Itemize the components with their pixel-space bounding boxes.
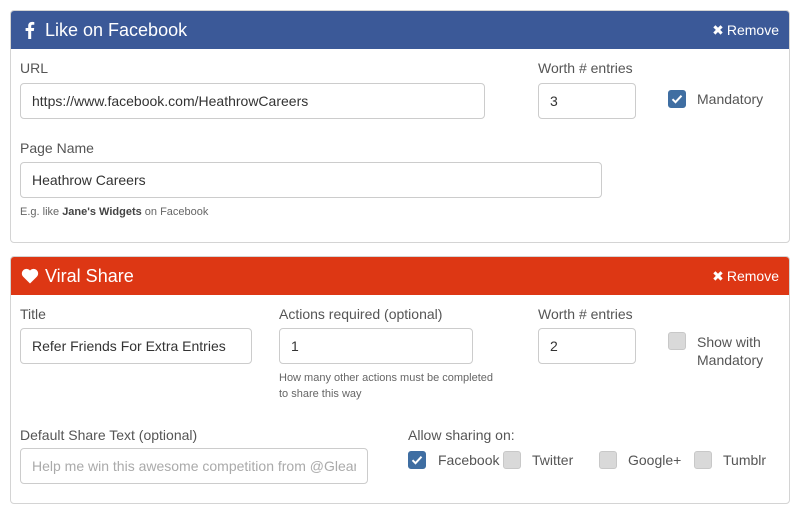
share-twitter-checkbox[interactable] (503, 451, 521, 469)
viral-share-remove-button[interactable]: ✖ Remove (712, 257, 779, 295)
mandatory-label: Mandatory (697, 91, 764, 107)
close-icon: ✖ (712, 268, 724, 284)
share-text-label: Default Share Text (optional) (20, 427, 198, 443)
share-tumblr-checkbox[interactable] (694, 451, 712, 469)
check-icon (411, 456, 423, 465)
allow-sharing-label: Allow sharing on: (408, 427, 515, 443)
viral-worth-input[interactable] (538, 328, 636, 364)
actions-help-line1: How many other actions must be completed (279, 372, 493, 384)
share-tumblr-label: Tumblr (723, 452, 767, 468)
page-name-label: Page Name (20, 140, 94, 156)
check-icon (671, 95, 683, 104)
actions-required-input[interactable] (279, 328, 473, 364)
actions-required-label: Actions required (optional) (279, 306, 443, 322)
facebook-worth-input[interactable] (538, 83, 636, 119)
share-facebook-label: Facebook (438, 452, 500, 468)
show-with-mandatory-label: Show with Mandatory (697, 333, 763, 369)
share-twitter-label: Twitter (532, 452, 574, 468)
page-name-input[interactable] (20, 162, 602, 198)
viral-share-panel-title: Viral Share (45, 266, 134, 286)
mandatory-checkbox[interactable] (668, 90, 686, 108)
help-prefix: E.g. like (20, 206, 63, 218)
show-with-mandatory-checkbox[interactable] (668, 332, 686, 350)
viral-share-panel: Viral Share ✖Remove Title Actions requir… (10, 256, 790, 504)
remove-label: Remove (726, 22, 779, 38)
url-input[interactable] (20, 83, 485, 119)
close-icon: ✖ (712, 22, 724, 38)
help-example: Jane's Widgets (62, 206, 142, 218)
heart-icon (21, 268, 39, 284)
viral-share-panel-header: Viral Share ✖ Remove (11, 257, 789, 295)
url-label: URL (20, 60, 49, 76)
share-facebook-checkbox[interactable] (408, 451, 426, 469)
share-title-input[interactable] (20, 328, 252, 364)
actions-required-help: How many other actions must be completed… (279, 370, 493, 402)
show-with-label-line1: Show with (697, 334, 761, 350)
actions-help-line2: to share this way (279, 388, 362, 400)
share-text-input[interactable] (20, 448, 368, 484)
share-title-label: Title (20, 306, 46, 322)
remove-label: Remove (726, 268, 779, 284)
facebook-action-panel: Like on Facebook ✖Remove URL Worth # ent… (10, 10, 790, 243)
facebook-panel-title: Like on Facebook (45, 20, 188, 40)
facebook-remove-button[interactable]: ✖ Remove (712, 11, 779, 49)
facebook-icon (25, 21, 35, 39)
share-googleplus-checkbox[interactable] (599, 451, 617, 469)
facebook-worth-label: Worth # entries (538, 60, 633, 76)
page-name-help: E.g. like Jane's Widgets on Facebook (20, 204, 208, 220)
share-googleplus-label: Google+ (628, 452, 682, 468)
viral-worth-label: Worth # entries (538, 306, 633, 322)
show-with-label-line2: Mandatory (697, 352, 764, 368)
help-suffix: on Facebook (141, 206, 209, 218)
facebook-panel-header: Like on Facebook ✖ Remove (11, 11, 789, 49)
